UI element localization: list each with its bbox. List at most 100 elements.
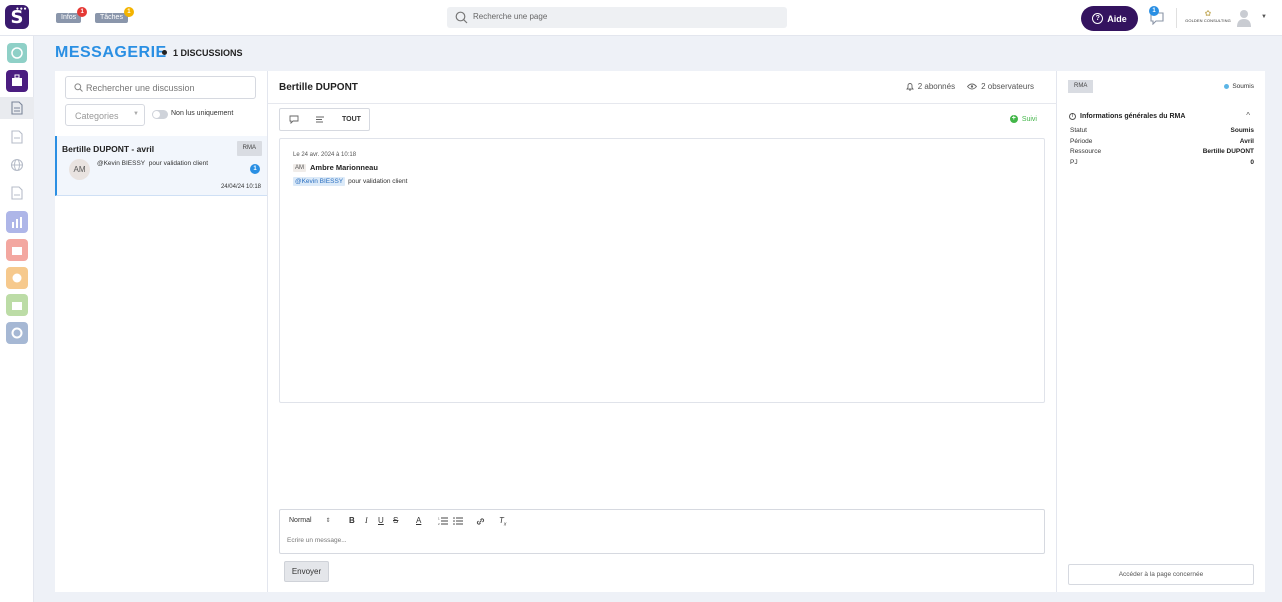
bullet-list-icon[interactable] (453, 517, 463, 525)
rail-file-list[interactable] (5, 126, 29, 148)
rail-bag[interactable] (5, 294, 29, 316)
suivi-button[interactable]: + Suivi (1009, 115, 1037, 123)
discussion-mention: @Kevin BIESSY (97, 160, 146, 167)
plus-circle-icon: + (1009, 115, 1018, 123)
globe-icon (10, 158, 24, 172)
italic-icon[interactable]: I (365, 516, 368, 525)
chart-icon (6, 211, 28, 233)
coin-icon (6, 267, 28, 289)
comment-filter-icon[interactable] (289, 115, 299, 124)
discussion-title: Bertille DUPONT - avril (62, 144, 155, 154)
unread-badge: 1 (250, 164, 260, 174)
user-menu-caret-icon[interactable]: ▼ (1261, 14, 1267, 20)
rail-globe[interactable] (5, 154, 29, 176)
rail-file[interactable] (5, 182, 29, 204)
unread-only-label: Non lus uniquement (171, 110, 234, 117)
message-date: Le 24 avr. 2024 à 10:18 (293, 152, 357, 158)
discussion-search (65, 76, 256, 99)
rail-dashboard[interactable] (5, 42, 29, 64)
categories-select[interactable]: Categories ▼ (65, 104, 145, 126)
bullet-icon (162, 50, 167, 55)
rma-tag: RMA (1068, 80, 1094, 93)
info-row-value: Soumis (1230, 127, 1254, 134)
observers-button[interactable]: 2 observateurs (967, 82, 1034, 91)
subscribers-button[interactable]: 2 abonnés (905, 82, 956, 91)
rail-document[interactable] (0, 97, 34, 119)
link-icon[interactable] (476, 517, 485, 526)
discussion-tag: RMA (236, 141, 262, 156)
file-list-icon (11, 130, 23, 144)
list-filter-icon[interactable] (315, 115, 325, 124)
status-badge: Soumis (1224, 83, 1254, 90)
filter-all-button[interactable]: TOUT (342, 116, 361, 123)
observers-label: 2 observateurs (981, 82, 1034, 91)
suitcase-icon (6, 239, 28, 261)
info-icon: i (1069, 113, 1076, 120)
info-section-header[interactable]: i Informations générales du RMA (1069, 113, 1185, 120)
info-row-value: Avril (1239, 137, 1254, 145)
company-name: GOLDEN CONSULTING (1185, 18, 1231, 23)
top-bar: S ••• Infos 1 Tâches 1 Recherche une pag… (0, 0, 1282, 36)
briefcase-icon (6, 70, 28, 92)
bell-icon (905, 83, 914, 91)
chevron-up-icon[interactable]: ^ (1246, 111, 1250, 120)
user-avatar-icon[interactable] (1236, 9, 1252, 27)
taches-button[interactable]: Tâches 1 (95, 7, 134, 23)
ordered-list-icon[interactable]: 12 (438, 517, 448, 525)
help-icon: ? (1092, 13, 1104, 24)
discussion-item[interactable]: Bertille DUPONT - avril RMA AM @Kevin BI… (55, 136, 267, 196)
page-search-placeholder: Recherche une page (473, 12, 548, 21)
discussion-list-panel: Categories ▼ Non lus uniquement Bertille… (55, 71, 268, 592)
categories-placeholder: Categories (75, 111, 119, 121)
info-row-value: 0 (1250, 158, 1254, 166)
format-select[interactable]: Normal ⇕ (289, 517, 331, 524)
info-row-label: Période (1070, 137, 1093, 145)
bold-icon[interactable]: B (349, 516, 355, 525)
info-panel: RMA Soumis i Informations générales du R… (1057, 71, 1265, 592)
infos-button[interactable]: Infos 1 (56, 7, 88, 23)
rail-chart[interactable] (5, 211, 29, 233)
bag-icon (6, 294, 28, 316)
updown-arrows-icon: ⇕ (325, 518, 331, 524)
svg-text:2: 2 (438, 522, 440, 525)
eye-icon (967, 83, 978, 90)
suivi-label: Suivi (1021, 115, 1037, 123)
strikethrough-icon[interactable]: S (393, 516, 398, 525)
info-row-label: Statut (1070, 127, 1087, 134)
unread-only-toggle[interactable] (152, 110, 168, 119)
company-emblem-icon: ✿ (1204, 9, 1212, 18)
app-logo[interactable]: S ••• (5, 5, 29, 29)
discussion-message: pour validation client (148, 160, 209, 167)
file-icon (11, 186, 23, 200)
chevron-down-icon: ▼ (133, 111, 139, 117)
chat-badge: 1 (1149, 6, 1159, 16)
aide-button[interactable]: ? Aide (1081, 6, 1138, 31)
discussion-search-input[interactable] (86, 80, 251, 95)
message-filter-bar: TOUT (279, 108, 370, 131)
topbar-divider (1176, 8, 1177, 28)
infos-badge: 1 (77, 7, 88, 17)
mention-chip[interactable]: @Kevin BIESSY (293, 177, 346, 186)
rail-coin[interactable] (5, 267, 29, 289)
page-title: MESSAGERIE (55, 44, 167, 61)
discussion-date: 24/04/24 10:18 (220, 184, 261, 190)
rail-briefcase[interactable] (5, 70, 29, 92)
underline-icon[interactable]: U (378, 516, 384, 525)
header-divider (268, 103, 1057, 104)
open-page-button[interactable]: Accéder à la page concernée (1068, 564, 1254, 585)
format-label: Normal (289, 517, 312, 524)
status-dot-icon (1224, 84, 1230, 89)
rail-settings[interactable] (5, 322, 29, 344)
clear-format-icon[interactable]: Tx (499, 516, 506, 528)
conversation-panel: Bertille DUPONT 2 abonnés 2 observateurs… (268, 71, 1057, 592)
avatar: AM (69, 159, 90, 180)
text-color-icon[interactable]: A (416, 516, 421, 525)
info-row: Période Avril (1070, 138, 1254, 149)
page-search-input[interactable]: Recherche une page (447, 7, 787, 28)
rail-suitcase[interactable] (5, 239, 29, 261)
chat-button[interactable]: 1 (1149, 6, 1165, 30)
send-button[interactable]: Envoyer (284, 561, 329, 582)
taches-badge: 1 (123, 7, 134, 17)
message-input[interactable] (287, 537, 1027, 551)
subscribers-label: 2 abonnés (917, 82, 956, 91)
